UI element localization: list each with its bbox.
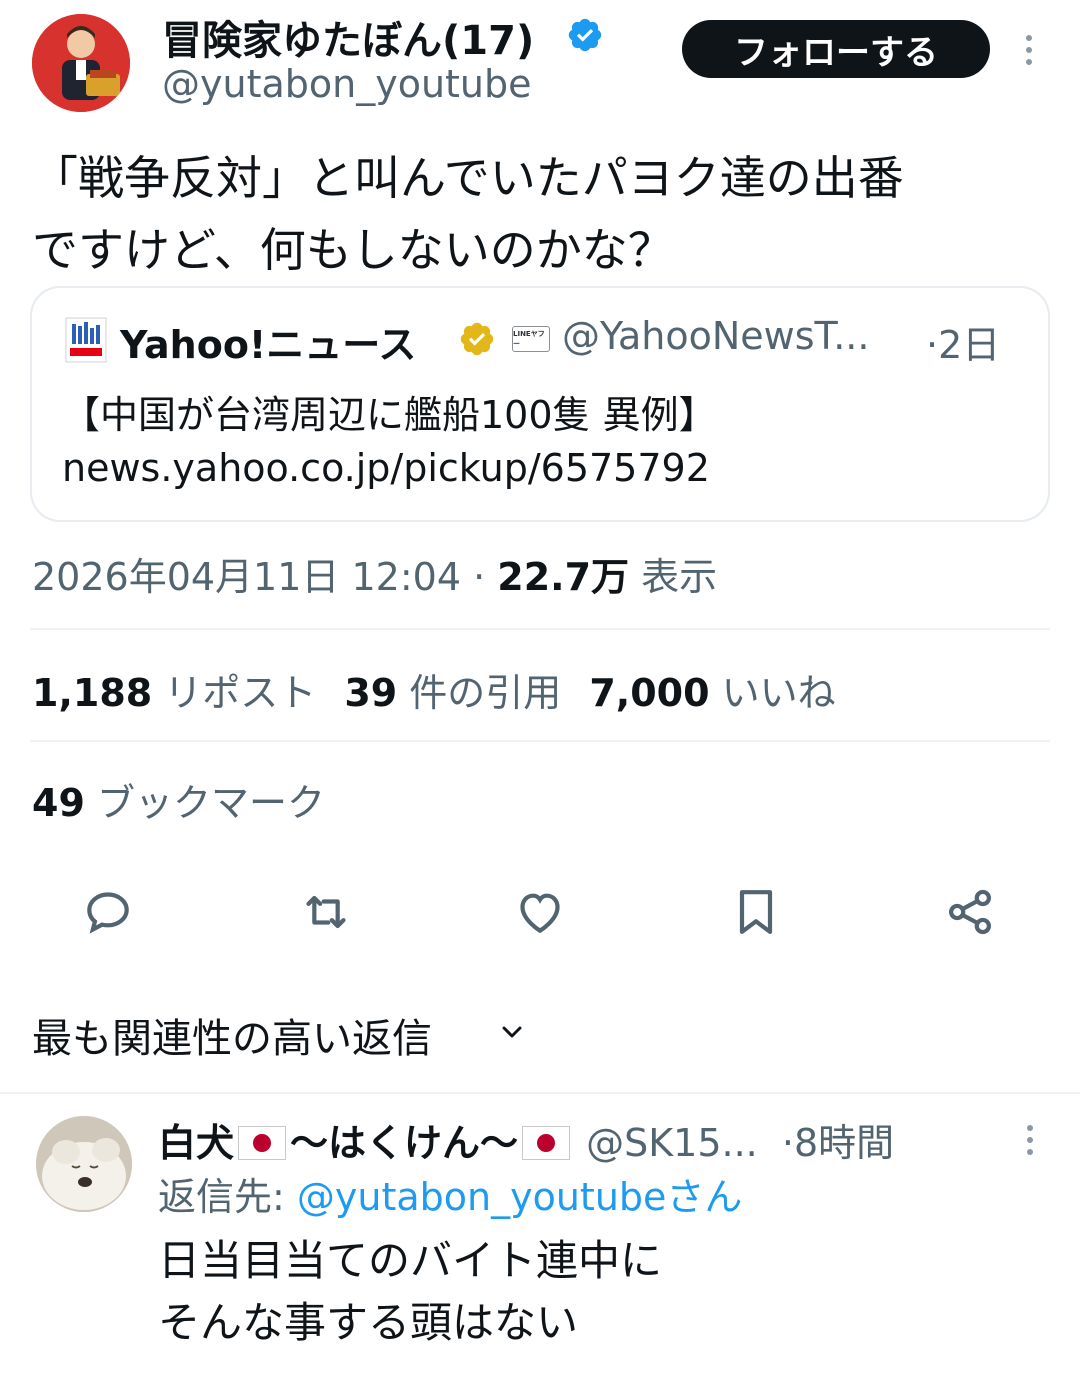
engagement-stats: 1,188 リポスト 39 件の引用 7,000 いいね — [32, 662, 836, 717]
bookmarks-count: 49 — [32, 781, 85, 825]
likes-label: いいね — [721, 671, 836, 715]
author-avatar[interactable] — [32, 14, 130, 112]
reposts-label: リポスト — [164, 671, 317, 715]
likes-count: 7,000 — [589, 671, 710, 715]
bookmark-icon[interactable] — [728, 884, 784, 940]
view-count: 22.7万 — [497, 555, 630, 599]
more-options-icon[interactable] — [1014, 30, 1044, 70]
tweet-text: 「戦争反対」と叫んでいたパヨク達の出番 ですけど、何もしないのかな？ — [32, 151, 904, 277]
reply-header: 白犬 〜はくけん〜 @SK15... ·8時間 — [158, 1112, 894, 1165]
reply-name-part1: 白犬 — [158, 1121, 235, 1165]
reply-timestamp[interactable]: ·8時間 — [782, 1121, 894, 1165]
affiliate-badge: LINEヤフー — [512, 326, 550, 352]
view-label: 表示 — [629, 555, 718, 599]
tweet-meta: 2026年04月11日 12:04 · 22.7万 表示 — [32, 546, 717, 601]
reposts-stat[interactable]: 1,188 リポスト — [32, 671, 316, 715]
quotes-stat[interactable]: 39 件の引用 — [344, 671, 561, 715]
like-icon[interactable] — [512, 884, 568, 940]
japan-flag-icon — [522, 1125, 571, 1160]
quotes-count: 39 — [344, 671, 398, 715]
reply-author-avatar[interactable] — [36, 1116, 132, 1212]
bookmarks-label: ブックマーク — [96, 781, 325, 825]
tweet-datetime[interactable]: 2026年04月11日 12:04 · — [32, 555, 497, 599]
verified-badge-icon — [566, 16, 604, 54]
bookmarks-stat[interactable]: 49 ブックマーク — [32, 772, 325, 827]
quoted-display-name: Yahoo!ニュース — [120, 323, 417, 367]
replying-to-mention[interactable]: @yutabon_youtubeさん — [297, 1175, 743, 1219]
replying-to: 返信先: @yutabon_youtubeさん — [158, 1166, 742, 1221]
follow-button[interactable]: フォローする — [682, 20, 990, 78]
quoted-link[interactable]: news.yahoo.co.jp/pickup/6575792 — [62, 446, 710, 490]
quoted-text-title: 【中国が台湾周辺に艦船100隻 異例】 — [62, 393, 717, 437]
reply-text: 日当目当てのバイト連中に そんな事する頭はない — [158, 1236, 663, 1347]
reply-author-name[interactable]: 白犬 〜はくけん〜 — [158, 1121, 574, 1165]
yahoo-news-logo-icon — [64, 316, 108, 364]
author-handle[interactable]: @yutabon_youtube — [162, 62, 532, 106]
japan-flag-icon — [238, 1125, 287, 1160]
reply-name-part2: 〜はくけん〜 — [290, 1121, 519, 1165]
replying-to-label: 返信先: — [158, 1175, 297, 1219]
chevron-down-icon[interactable] — [496, 1016, 528, 1048]
reply-more-options-icon[interactable] — [1018, 1120, 1042, 1160]
quoted-timestamp: ·2日 — [926, 323, 1001, 367]
reposts-count: 1,188 — [32, 671, 153, 715]
reply-sort-label[interactable]: 最も関連性の高い返信 — [32, 1006, 432, 1064]
gold-verified-badge-icon — [458, 320, 496, 358]
share-icon[interactable] — [942, 884, 998, 940]
divider — [0, 1092, 1080, 1094]
divider — [30, 628, 1050, 630]
likes-stat[interactable]: 7,000 いいね — [589, 671, 835, 715]
author-display-name[interactable]: 冒険家ゆたぼん(17) — [162, 8, 534, 66]
divider — [30, 740, 1050, 742]
retweet-icon[interactable] — [298, 884, 354, 940]
quoted-handle: @YahooNewsT... — [562, 314, 870, 358]
reply-icon[interactable] — [80, 884, 136, 940]
reply-author-handle[interactable]: @SK15... — [586, 1121, 758, 1165]
quotes-label: 件の引用 — [409, 671, 562, 715]
